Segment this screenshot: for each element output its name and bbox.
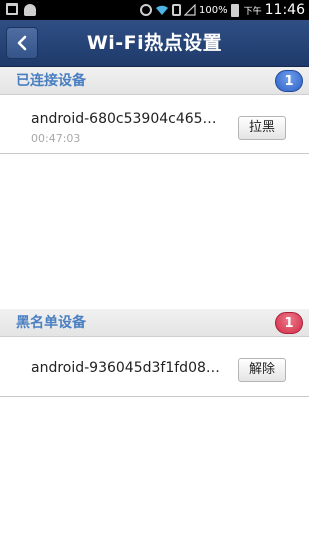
- wifi-icon: [156, 5, 169, 15]
- connected-section-header: 已连接设备 1: [0, 67, 309, 95]
- blacklist-count-badge: 1: [275, 312, 303, 334]
- title-bar: Wi-Fi热点设置: [0, 20, 309, 67]
- battery-icon: [230, 3, 239, 17]
- sync-icon: [140, 4, 153, 16]
- signal-icon: [184, 4, 196, 16]
- status-bar: 100% 下午 11:46: [0, 0, 309, 20]
- back-button[interactable]: [6, 27, 38, 59]
- connected-section-title: 已连接设备: [16, 73, 86, 89]
- connected-device-row: android-680c53904c465… 00:47:03 拉黑: [0, 96, 309, 154]
- trash-icon: [6, 3, 18, 15]
- android-icon: [24, 4, 36, 16]
- ampm-label: 下午: [243, 6, 262, 17]
- clock: 11:46: [264, 2, 305, 18]
- blacklist-section-title: 黑名单设备: [16, 315, 86, 331]
- connected-count-badge: 1: [275, 70, 303, 92]
- device-name: android-936045d3f1fd08…: [31, 360, 220, 376]
- sim-icon: [172, 4, 182, 16]
- chevron-left-icon: [17, 35, 27, 51]
- page-title: Wi-Fi热点设置: [86, 32, 223, 54]
- connection-duration: 00:47:03: [31, 132, 81, 145]
- block-button[interactable]: 拉黑: [238, 116, 286, 140]
- blacklist-device-row: android-936045d3f1fd08… 解除: [0, 338, 309, 397]
- blacklist-section-header: 黑名单设备 1: [0, 309, 309, 337]
- battery-percent: 100%: [199, 4, 228, 16]
- unblock-button[interactable]: 解除: [238, 358, 286, 382]
- device-name: android-680c53904c465…: [31, 111, 217, 127]
